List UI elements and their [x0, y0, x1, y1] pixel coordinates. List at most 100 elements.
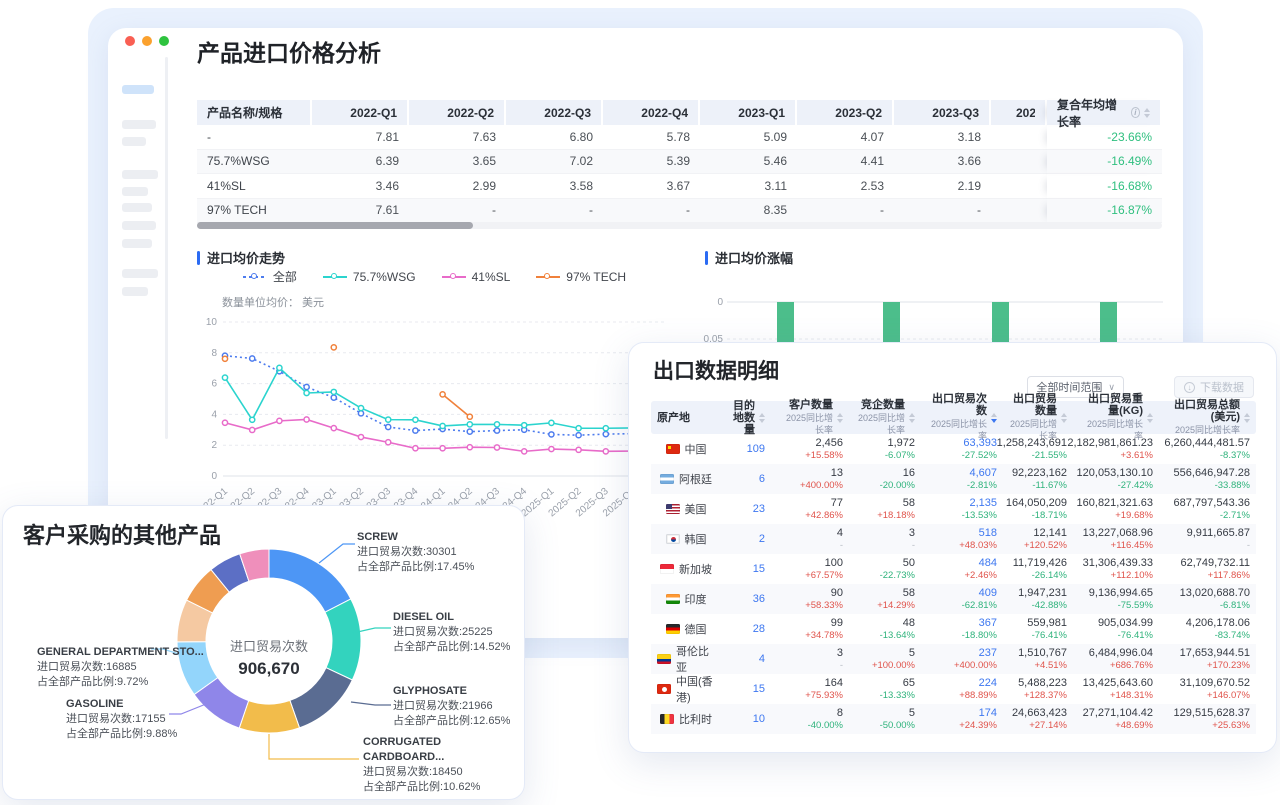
metric-cell: 518+48.03% [921, 524, 1003, 554]
download-data-button[interactable]: ↓ 下载数据 [1174, 376, 1254, 398]
legend-item[interactable]: 75.7%WSG [323, 268, 416, 285]
price-col-quarter-header[interactable]: 2023-Q3 [894, 100, 991, 125]
metric-growth: -40.00% [808, 720, 843, 731]
sort-icon[interactable] [1144, 108, 1150, 118]
header-sub-label: 2025同比增长率 [777, 412, 833, 436]
sort-icon[interactable] [909, 413, 915, 423]
metric-value: 5 [909, 647, 915, 659]
sort-icon[interactable] [837, 413, 843, 423]
export-col-header[interactable]: 出口贸易次数2025同比增长率 [921, 401, 1003, 434]
minimize-icon[interactable] [142, 36, 152, 46]
trade-count-link[interactable]: 367 [979, 617, 997, 629]
delta-section-title: 进口均价涨幅 [715, 248, 793, 267]
trade-count-link[interactable]: 2,135 [969, 497, 997, 509]
metric-value: 12,141 [1033, 527, 1067, 539]
donut-label: CORRUGATED CARDBOARD...进口贸易次数:18450占全部产品… [363, 735, 524, 795]
trade-count-link[interactable]: 174 [979, 707, 997, 719]
sidebar-item[interactable] [122, 269, 158, 278]
sidebar-item[interactable] [122, 287, 148, 296]
metric-value: 9,911,665.87 [1187, 527, 1250, 539]
origin-name: 德国 [685, 621, 707, 637]
sort-icon[interactable] [1244, 413, 1250, 423]
data-point [358, 434, 363, 439]
legend-item[interactable]: 全部 [243, 268, 297, 285]
trade-count-link[interactable]: 484 [979, 557, 997, 569]
metric-growth: +4.51% [1035, 660, 1068, 671]
trade-count-link[interactable]: 224 [979, 677, 997, 689]
origin-name: 新加坡 [679, 561, 712, 577]
price-col-quarter-header[interactable]: 2023-Q2 [797, 100, 894, 125]
sidebar-item[interactable] [122, 137, 146, 146]
maximize-icon[interactable] [159, 36, 169, 46]
product-name-cell: - [197, 125, 312, 150]
data-point [576, 426, 581, 431]
destination-count-link[interactable]: 6 [759, 473, 765, 485]
sidebar-item[interactable] [122, 239, 152, 248]
price-col-cagr-header[interactable]: 复合年均增长率i [1047, 100, 1162, 125]
export-col-header[interactable]: 目的地数量 [721, 401, 771, 434]
sort-icon[interactable] [1061, 413, 1067, 423]
destination-count-link[interactable]: 10 [753, 713, 765, 725]
destination-count-link[interactable]: 4 [759, 653, 765, 665]
price-table-row: 75.7%WSG6.393.657.025.395.464.413.66-16.… [197, 150, 1162, 175]
data-point [331, 389, 336, 394]
price-col-quarter-header[interactable]: 2023-Q1 [700, 100, 797, 125]
sidebar-item[interactable] [122, 221, 156, 230]
sidebar-item[interactable] [122, 120, 156, 129]
export-col-header[interactable]: 出口贸易数量2025同比增长率 [1003, 401, 1073, 434]
price-col-quarter-header[interactable]: 2022-Q2 [409, 100, 506, 125]
sidebar-item[interactable] [122, 187, 148, 196]
sidebar-item[interactable] [122, 170, 158, 179]
header-label: 出口贸易总额(美元) [1174, 399, 1240, 423]
export-col-header[interactable]: 竞企数量2025同比增长率 [849, 401, 921, 434]
trade-count-link[interactable]: 63,393 [963, 437, 997, 449]
sort-icon[interactable] [991, 413, 997, 423]
trade-count-link[interactable]: 237 [979, 647, 997, 659]
destination-count-link[interactable]: 28 [753, 623, 765, 635]
metric-growth: -50.00% [880, 720, 915, 731]
export-table-row: 美国2377+42.86%58+18.18%2,135-13.53%164,05… [651, 494, 1256, 524]
origin-cell: 中国(香港) [651, 674, 721, 704]
legend-item[interactable]: 41%SL [442, 268, 511, 285]
metric-growth: -26.14% [1032, 570, 1067, 581]
trade-count-link[interactable]: 4,607 [969, 467, 997, 479]
export-col-header[interactable]: 出口贸易总额(美元)2025同比增长率 [1159, 401, 1256, 434]
price-value-cell: - [894, 199, 991, 224]
metric-cell: 100+67.57% [771, 554, 849, 584]
metric-value: 559,981 [1027, 617, 1067, 629]
destination-count-cell: 15 [721, 674, 771, 704]
destination-count-link[interactable]: 23 [753, 503, 765, 515]
metric-cell: 1,510,767+4.51% [1003, 644, 1073, 674]
trade-count-link[interactable]: 518 [979, 527, 997, 539]
price-value-cell: 5.46 [700, 150, 797, 175]
metric-value: 160,821,321.63 [1077, 497, 1153, 509]
trade-count-link[interactable]: 409 [979, 587, 997, 599]
destination-count-link[interactable]: 15 [753, 563, 765, 575]
legend-item[interactable]: 97% TECH [536, 268, 626, 285]
sidebar-item[interactable] [122, 203, 152, 212]
price-col-quarter-header[interactable]: 2022-Q1 [312, 100, 409, 125]
sort-icon[interactable] [759, 413, 765, 423]
destination-count-link[interactable]: 15 [753, 683, 765, 695]
label-leader-line [351, 702, 391, 705]
price-value-cell: 3.67 [603, 174, 700, 199]
destination-count-cell: 10 [721, 704, 771, 734]
sort-icon[interactable] [1147, 413, 1153, 423]
sidebar-item[interactable] [122, 85, 154, 94]
export-col-header[interactable]: 客户数量2025同比增长率 [771, 401, 849, 434]
price-col-quarter-header[interactable]: 2022-Q4 [603, 100, 700, 125]
flag-icon-us [666, 504, 680, 514]
metric-cell: 6,260,444,481.57-8.37% [1159, 434, 1256, 464]
close-icon[interactable] [125, 36, 135, 46]
metric-growth: +18.18% [877, 510, 915, 521]
export-col-header[interactable]: 出口贸易重量(KG)2025同比增长率 [1073, 401, 1159, 434]
scrollbar-thumb[interactable] [197, 222, 473, 229]
metric-cell: 2,456+15.58% [771, 434, 849, 464]
price-col-quarter-header[interactable]: 2022-Q3 [506, 100, 603, 125]
metric-cell: 92,223,162-11.67% [1003, 464, 1073, 494]
destination-count-link[interactable]: 109 [747, 443, 765, 455]
metric-growth: - [840, 540, 843, 551]
destination-count-link[interactable]: 36 [753, 593, 765, 605]
data-point [413, 417, 418, 422]
destination-count-link[interactable]: 2 [759, 533, 765, 545]
